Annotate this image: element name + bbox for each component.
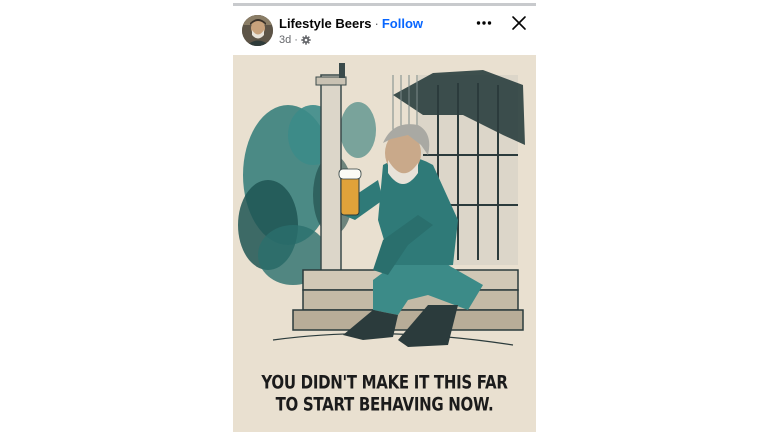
more-horizontal-icon [476, 21, 492, 25]
post-header: Lifestyle Beers · Follow 3d · [279, 16, 479, 47]
meta-separator: · [294, 34, 298, 46]
post-image[interactable]: YOU DIDN'T MAKE IT THIS FAR TO START BEH… [233, 55, 536, 432]
close-icon [512, 16, 526, 30]
avatar-image [242, 15, 273, 46]
close-button[interactable] [508, 12, 530, 34]
post-card: Lifestyle Beers · Follow 3d · YOU DIDN'T… [233, 0, 536, 432]
settings-icon[interactable] [301, 35, 311, 45]
post-meta: 3d · [279, 33, 479, 47]
poster-caption-line-2: TO START BEHAVING NOW. [275, 392, 494, 416]
post-age[interactable]: 3d [279, 33, 291, 47]
page-name-link[interactable]: Lifestyle Beers [279, 16, 372, 31]
page-avatar[interactable] [242, 15, 273, 46]
more-options-button[interactable] [473, 12, 495, 34]
follow-button[interactable]: Follow [382, 16, 423, 31]
title-line: Lifestyle Beers · Follow [279, 16, 479, 32]
title-separator: · [374, 16, 379, 31]
top-divider [233, 3, 536, 6]
poster-caption-line-1: YOU DIDN'T MAKE IT THIS FAR [261, 370, 508, 394]
